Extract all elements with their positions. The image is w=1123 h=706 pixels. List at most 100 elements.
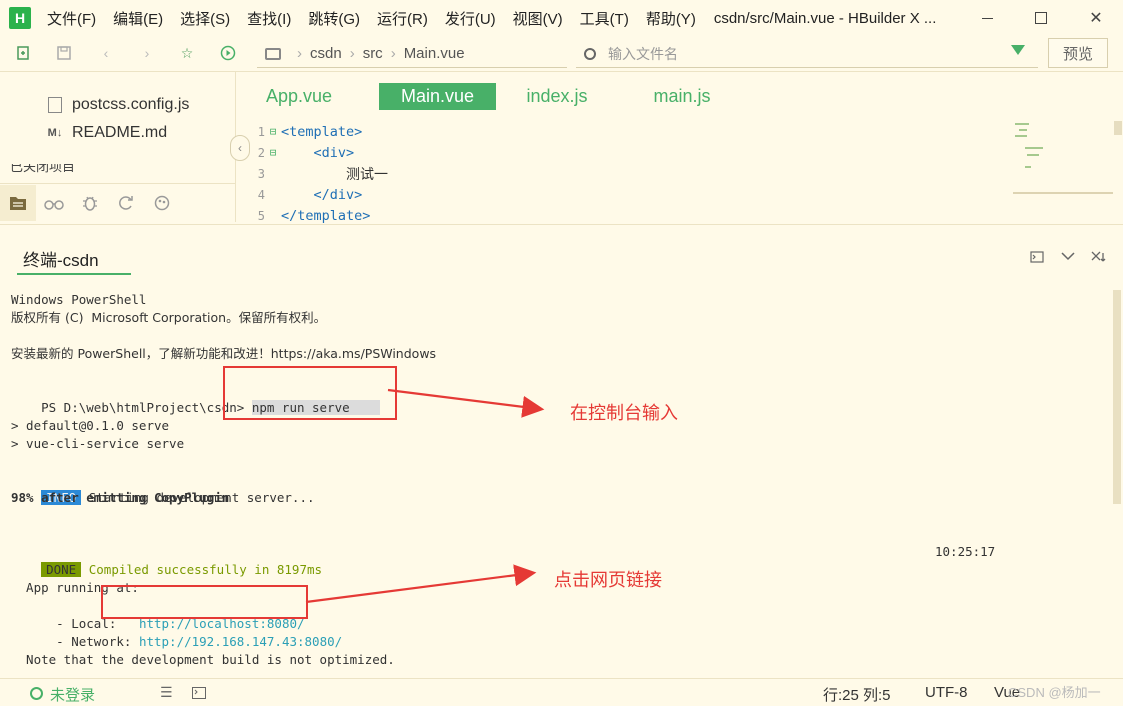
terminal-line: 98% after emitting CopyPlugin — [11, 490, 230, 505]
terminal-prompt: PS D:\web\htmlProject\csdn> — [41, 400, 252, 415]
menu-view[interactable]: 视图(V) — [513, 8, 563, 29]
file-item-postcss-config[interactable]: postcss.config.js — [48, 96, 189, 114]
title-bar: H 文件(F) 编辑(E) 选择(S) 查找(I) 跳转(G) 运行(R) 发行… — [0, 0, 1123, 36]
window-title: csdn/src/Main.vue - HBuilder X ... — [713, 9, 937, 27]
code-line: 1 ⊟ <template> — [250, 121, 363, 142]
annotation-box-command — [223, 366, 397, 420]
tab-terminal-csdn[interactable]: 终端-csdn — [17, 243, 131, 275]
cursor-position[interactable]: 行:25 列:5 — [823, 684, 891, 705]
menu-file[interactable]: 文件(F) — [47, 8, 96, 29]
terminal-scrollbar[interactable] — [1113, 290, 1121, 504]
tab-extensions[interactable] — [144, 185, 180, 221]
minimap-line — [1013, 192, 1113, 194]
line-number: 2 — [257, 145, 265, 160]
code-line: 3 测试一 — [250, 163, 388, 184]
breadcrumb-separator: › — [349, 45, 355, 62]
markdown-icon: M↓ — [47, 127, 63, 139]
search-icon — [584, 47, 596, 60]
done-badge: DONE — [41, 562, 82, 577]
project-sidebar: postcss.config.js M↓ README.md 已关闭项目 — [0, 72, 236, 222]
forward-icon[interactable]: › — [138, 44, 156, 62]
menu-run[interactable]: 运行(R) — [377, 8, 428, 29]
line-number: 3 — [257, 166, 265, 181]
filter-icon[interactable] — [1011, 45, 1025, 55]
editor-scrollbar[interactable] — [1114, 121, 1122, 135]
new-file-icon[interactable] — [14, 44, 32, 62]
back-icon[interactable]: ‹ — [97, 44, 115, 62]
palette-icon — [154, 195, 170, 210]
menu-edit[interactable]: 编辑(E) — [113, 8, 163, 29]
fold-icon[interactable]: ⊟ — [265, 146, 281, 159]
code-line: 2 ⊟ <div> — [250, 142, 354, 163]
breadcrumb-item-csdn[interactable]: csdn — [310, 45, 342, 62]
minimize-button[interactable] — [964, 0, 1010, 36]
terminal-icon[interactable] — [192, 686, 206, 703]
file-search-input[interactable]: 输入文件名 — [576, 40, 1038, 68]
annotation-label-input: 在控制台输入 — [570, 403, 678, 424]
network-url-link[interactable]: http://192.168.147.43:8080/ — [139, 634, 342, 649]
close-icon: ✕ — [1089, 10, 1103, 27]
terminal-line: Windows PowerShell — [11, 292, 147, 307]
close-terminal-icon[interactable] — [1091, 250, 1107, 267]
file-item-readme[interactable]: M↓ README.md — [48, 124, 167, 142]
menu-publish[interactable]: 发行(U) — [445, 8, 496, 29]
menu-help[interactable]: 帮助(Y) — [646, 8, 696, 29]
breadcrumb: › csdn › src › Main.vue — [257, 40, 567, 68]
tab-debug[interactable] — [72, 185, 108, 221]
terminal-line: > default@0.1.0 serve — [11, 418, 170, 433]
minimap[interactable] — [1013, 121, 1113, 201]
panel-divider[interactable] — [0, 224, 1123, 225]
terminal-line: DONE Compiled successfully in 8197ms — [11, 543, 322, 577]
tab-app-vue[interactable]: App.vue — [250, 83, 348, 110]
terminal-line: > vue-cli-service serve — [11, 436, 185, 451]
closed-projects-label[interactable]: 已关闭项目 — [10, 164, 75, 174]
collapse-sidebar-button[interactable]: ‹ — [230, 135, 250, 161]
menu-select[interactable]: 选择(S) — [180, 8, 230, 29]
breadcrumb-item-main-vue[interactable]: Main.vue — [404, 45, 465, 62]
maximize-button[interactable] — [1018, 0, 1064, 36]
encoding[interactable]: UTF-8 — [925, 684, 968, 701]
sidebar-tabs — [0, 183, 236, 221]
binoculars-icon — [44, 199, 64, 210]
menu-find[interactable]: 查找(I) — [247, 8, 291, 29]
user-icon — [30, 687, 43, 700]
closed-projects-text: 已关闭项目 — [10, 164, 76, 174]
tab-main-js[interactable]: main.js — [637, 83, 727, 110]
tab-project-explorer[interactable] — [0, 184, 36, 221]
menu-tools[interactable]: 工具(T) — [580, 8, 629, 29]
terminal-line: 安装最新的 PowerShell，了解新功能和改进！https://aka.ms… — [11, 345, 436, 363]
list-icon[interactable]: ☰ — [160, 684, 173, 701]
menu-goto[interactable]: 跳转(G) — [308, 8, 360, 29]
tab-search[interactable] — [36, 185, 72, 221]
code-line: 5 </template> — [250, 205, 371, 226]
tab-index-js[interactable]: index.js — [512, 83, 602, 110]
tab-main-vue[interactable]: Main.vue — [379, 83, 496, 110]
breadcrumb-item-src[interactable]: src — [363, 45, 383, 62]
fold-icon[interactable]: ⊟ — [265, 125, 281, 138]
save-icon[interactable] — [55, 44, 73, 62]
preview-button[interactable]: 预览 — [1048, 38, 1108, 68]
terminal-new-icon[interactable] — [1030, 250, 1044, 267]
git-sync-icon — [119, 195, 133, 210]
code-text: 测试一 — [346, 166, 389, 183]
code-text: </template> — [281, 207, 371, 224]
code-editor[interactable]: 1 ⊟ <template> 2 ⊟ <div> 3 测试一 4 </div> … — [250, 121, 1010, 226]
close-window-button[interactable]: ✕ — [1073, 0, 1119, 36]
maximize-icon — [1035, 12, 1047, 24]
login-status[interactable]: 未登录 — [50, 684, 95, 705]
code-text: </div> — [313, 186, 363, 203]
file-icon — [48, 97, 62, 113]
chevron-down-icon[interactable] — [1060, 250, 1076, 265]
annotation-box-link — [101, 585, 308, 619]
file-name: postcss.config.js — [72, 96, 190, 113]
minimap-line — [1019, 129, 1027, 131]
terminal-line: INFO Starting development server... — [11, 471, 315, 505]
run-icon[interactable] — [219, 44, 237, 62]
star-icon[interactable]: ☆ — [178, 44, 196, 62]
hbuilder-logo-icon: H — [9, 7, 31, 29]
terminal-line: Note that the development build is not o… — [11, 652, 395, 667]
tab-source-control[interactable] — [108, 185, 144, 221]
terminal-text: 版权所有 (C) Microsoft Corporation。保留所有权利。 — [11, 310, 327, 325]
code-line: 4 </div> — [250, 184, 363, 205]
